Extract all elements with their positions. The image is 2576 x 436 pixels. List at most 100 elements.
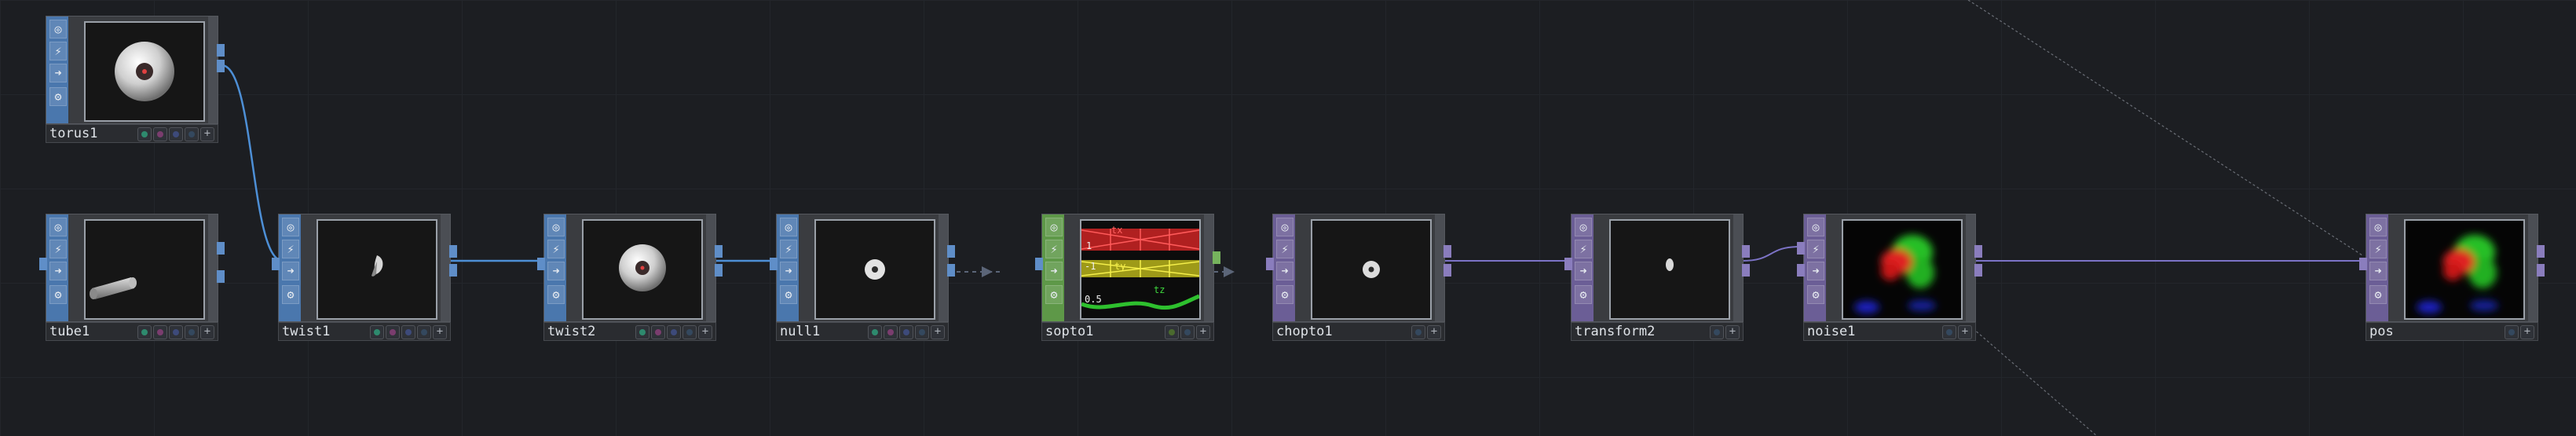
export-arrow-icon[interactable]: ➜ [1575,262,1592,280]
output-connector[interactable] [1742,245,1750,258]
node-body[interactable]: ◎ ⚡ ➜ ⚙ tx 1 ty -1 tz 0.5 [1041,214,1214,322]
bypass-flag[interactable] [169,325,183,339]
output-connector-2[interactable] [947,264,955,277]
node-viewer[interactable] [1311,219,1432,320]
node-twist1[interactable]: ◎ ⚡ ➜ ⚙ twist1 + [272,214,457,341]
render-flag[interactable] [153,127,167,141]
node-body[interactable]: ◎ ⚡ ➜ ⚙ [1272,214,1445,322]
output-connector[interactable] [449,245,457,258]
node-body[interactable]: ◎ ⚡ ➜ ⚙ [278,214,451,322]
node-name[interactable]: twist2 [547,324,595,339]
add-icon[interactable]: + [2520,325,2534,339]
node-name[interactable]: tube1 [49,324,90,339]
viewer-active-icon[interactable]: ◎ [780,218,797,236]
lock-flag[interactable] [417,325,431,339]
node-chopto1[interactable]: ◎ ⚡ ➜ ⚙ chopto1 + [1266,214,1451,341]
output-connector-2[interactable] [715,264,723,277]
bypass-flag[interactable] [401,325,415,339]
export-arrow-icon[interactable]: ➜ [547,262,565,280]
export-arrow-icon[interactable]: ➜ [1045,262,1063,280]
cook-icon[interactable]: ⚡ [49,240,67,258]
wrench-icon[interactable]: ⚙ [282,285,299,304]
input-connector[interactable] [1266,258,1274,270]
add-icon[interactable]: + [1725,325,1740,339]
cook-icon[interactable]: ⚡ [49,42,67,60]
wrench-icon[interactable]: ⚙ [1575,285,1592,304]
cook-icon[interactable]: ⚡ [547,240,565,258]
output-connector[interactable] [217,44,225,57]
display-flag[interactable] [1165,325,1179,339]
wrench-icon[interactable]: ⚙ [49,285,67,304]
cook-icon[interactable]: ⚡ [1276,240,1293,258]
node-name[interactable]: torus1 [49,126,97,141]
display-flag[interactable] [868,325,882,339]
add-icon[interactable]: + [200,325,214,339]
add-icon[interactable]: + [433,325,447,339]
node-name[interactable]: sopto1 [1045,324,1093,339]
render-flag[interactable] [386,325,400,339]
output-connector-2[interactable] [449,264,457,277]
node-body[interactable]: ◎ ⚡ ➜ ⚙ [543,214,716,322]
lock-flag[interactable] [1942,325,1956,339]
input-connector[interactable] [1564,258,1572,270]
wrench-icon[interactable]: ⚙ [1276,285,1293,304]
render-flag[interactable] [651,325,665,339]
cook-icon[interactable]: ⚡ [1045,240,1063,258]
output-connector-2[interactable] [1444,264,1451,277]
viewer-active-icon[interactable]: ◎ [2369,218,2387,236]
node-noise1[interactable]: ◎ ⚡ ➜ ⚙ noise1 + [1797,214,1982,341]
node-body[interactable]: ◎ ⚡ ➜ ⚙ [46,16,218,124]
output-connector[interactable] [2537,245,2545,258]
node-body[interactable]: ◎ ⚡ ➜ ⚙ [2366,214,2538,322]
export-arrow-icon[interactable]: ➜ [49,64,67,82]
output-connector-2[interactable] [217,270,225,283]
wrench-icon[interactable]: ⚙ [2369,285,2387,304]
bypass-flag[interactable] [667,325,681,339]
bypass-flag[interactable] [169,127,183,141]
cook-icon[interactable]: ⚡ [282,240,299,258]
add-icon[interactable]: + [1958,325,1972,339]
output-connector[interactable] [1213,251,1220,264]
input-connector[interactable] [1797,242,1805,255]
export-arrow-icon[interactable]: ➜ [1276,262,1293,280]
export-arrow-icon[interactable]: ➜ [282,262,299,280]
add-icon[interactable]: + [200,127,214,141]
add-icon[interactable]: + [698,325,712,339]
export-arrow-icon[interactable]: ➜ [1807,262,1824,280]
node-viewer[interactable] [814,219,935,320]
node-body[interactable]: ◎ ⚡ ➜ ⚙ [1803,214,1976,322]
lock-flag[interactable] [2505,325,2519,339]
wrench-icon[interactable]: ⚙ [780,285,797,304]
input-connector[interactable] [770,258,778,270]
wrench-icon[interactable]: ⚙ [1045,285,1063,304]
input-connector[interactable] [2359,258,2367,270]
output-connector[interactable] [217,242,225,255]
node-body[interactable]: ◎ ⚡ ➜ ⚙ [1571,214,1744,322]
add-icon[interactable]: + [1196,325,1210,339]
output-connector[interactable] [1974,245,1982,258]
node-viewer[interactable]: tx 1 ty -1 tz 0.5 [1080,219,1201,320]
node-sopto1[interactable]: ◎ ⚡ ➜ ⚙ tx 1 ty -1 tz 0.5 sopto1 + [1035,214,1220,341]
node-twist2[interactable]: ◎ ⚡ ➜ ⚙ twist2 + [537,214,723,341]
input-connector[interactable] [272,258,280,270]
add-icon[interactable]: + [931,325,945,339]
lock-flag[interactable] [682,325,697,339]
node-tube1[interactable]: ◎ ⚡ ➜ ⚙ tube1 + [39,214,225,341]
viewer-active-icon[interactable]: ◎ [1276,218,1293,236]
cook-icon[interactable]: ⚡ [1807,240,1824,258]
display-flag[interactable] [370,325,384,339]
node-pos[interactable]: ◎ ⚡ ➜ ⚙ pos + [2359,214,2545,341]
node-body[interactable]: ◎ ⚡ ➜ ⚙ [46,214,218,322]
input-connector[interactable] [39,258,47,270]
render-flag[interactable] [153,325,167,339]
add-icon[interactable]: + [1427,325,1441,339]
node-viewer[interactable] [84,21,205,122]
node-transform2[interactable]: ◎ ⚡ ➜ ⚙ transform2 + [1564,214,1750,341]
wire-transform2-noise1[interactable] [1741,246,1801,262]
node-viewer[interactable] [582,219,703,320]
lock-flag[interactable] [1710,325,1724,339]
viewer-active-icon[interactable]: ◎ [1045,218,1063,236]
viewer-active-icon[interactable]: ◎ [282,218,299,236]
node-viewer[interactable] [317,219,437,320]
node-torus1[interactable]: ◎ ⚡ ➜ ⚙ torus1 + [46,16,225,143]
